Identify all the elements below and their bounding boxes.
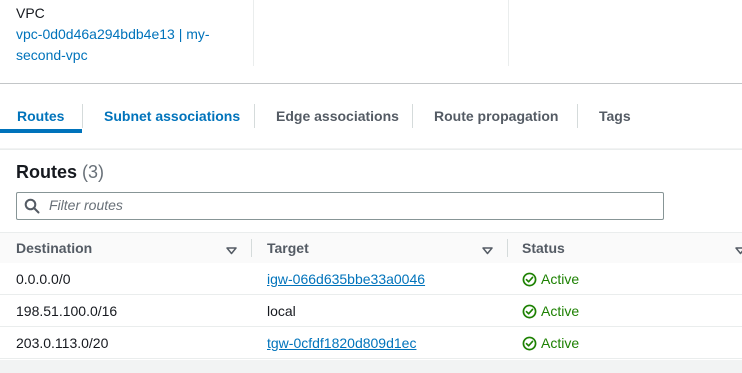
table-row: 0.0.0.0/0 igw-066d635bbe33a0046 Active: [0, 263, 742, 295]
filter-routes-field[interactable]: [16, 192, 664, 220]
target-cell: tgw-0cfdf1820d809d1ec: [267, 334, 416, 352]
column-divider: [508, 0, 509, 66]
check-circle-icon: [522, 336, 537, 351]
column-header-status[interactable]: Status: [522, 239, 565, 257]
column-header-target[interactable]: Target: [267, 239, 309, 257]
vpc-detail: VPC vpc-0d0d46a294bdb4e13 | my-second-vp…: [16, 4, 236, 66]
tab-divider: [82, 104, 83, 128]
target-link[interactable]: tgw-0cfdf1820d809d1ec: [267, 335, 416, 351]
column-divider: [253, 0, 254, 66]
filter-routes-input[interactable]: [49, 196, 649, 214]
column-resizer[interactable]: [507, 239, 508, 257]
check-circle-icon: [522, 304, 537, 319]
table-row: 203.0.113.0/20 tgw-0cfdf1820d809d1ec Act…: [0, 327, 742, 359]
target-link[interactable]: igw-066d635bbe33a0046: [267, 271, 425, 287]
destination-cell: 0.0.0.0/0: [16, 271, 71, 287]
caret-down-icon[interactable]: [226, 242, 237, 260]
vpc-label: VPC: [16, 5, 45, 21]
target-cell: local: [267, 303, 296, 319]
tab-divider: [412, 104, 413, 128]
destination-cell: 198.51.100.0/16: [16, 303, 118, 319]
tab-subnet-associations[interactable]: Subnet associations: [104, 106, 240, 126]
vpc-details-panel: VPC vpc-0d0d46a294bdb4e13 | my-second-vp…: [0, 0, 742, 84]
routes-count: (3): [82, 162, 105, 182]
active-tab-indicator: [0, 129, 82, 133]
routes-table-header: Destination Target Status: [0, 232, 742, 264]
column-header-destination[interactable]: Destination: [16, 239, 92, 257]
routes-title: Routes: [16, 162, 78, 182]
status-cell: Active: [522, 270, 579, 288]
caret-down-icon[interactable]: [482, 242, 493, 260]
tab-tags[interactable]: Tags: [599, 106, 631, 126]
routes-panel: Routes (3) Destination Target Status 0.0…: [0, 149, 742, 360]
route-table-tabs: Routes Subnet associations Edge associat…: [0, 84, 742, 148]
status-text: Active: [541, 335, 580, 351]
tab-route-propagation[interactable]: Route propagation: [434, 106, 558, 126]
routes-heading: Routes (3): [16, 162, 104, 183]
status-text: Active: [541, 271, 580, 287]
table-row: 198.51.100.0/16 local Active: [0, 295, 742, 327]
tab-routes[interactable]: Routes: [17, 106, 64, 126]
tab-edge-associations[interactable]: Edge associations: [276, 106, 399, 126]
column-resizer[interactable]: [251, 239, 252, 257]
destination-cell: 203.0.113.0/20: [16, 335, 109, 351]
status-cell: Active: [522, 302, 579, 320]
vpc-link[interactable]: vpc-0d0d46a294bdb4e13 | my-second-vpc: [16, 24, 236, 66]
caret-down-icon[interactable]: [735, 242, 742, 260]
status-cell: Active: [522, 334, 579, 352]
status-text: Active: [541, 303, 580, 319]
target-cell: igw-066d635bbe33a0046: [267, 270, 425, 288]
tab-divider: [254, 104, 255, 128]
tab-divider: [577, 104, 578, 128]
check-circle-icon: [522, 272, 537, 287]
search-icon: [24, 198, 40, 219]
